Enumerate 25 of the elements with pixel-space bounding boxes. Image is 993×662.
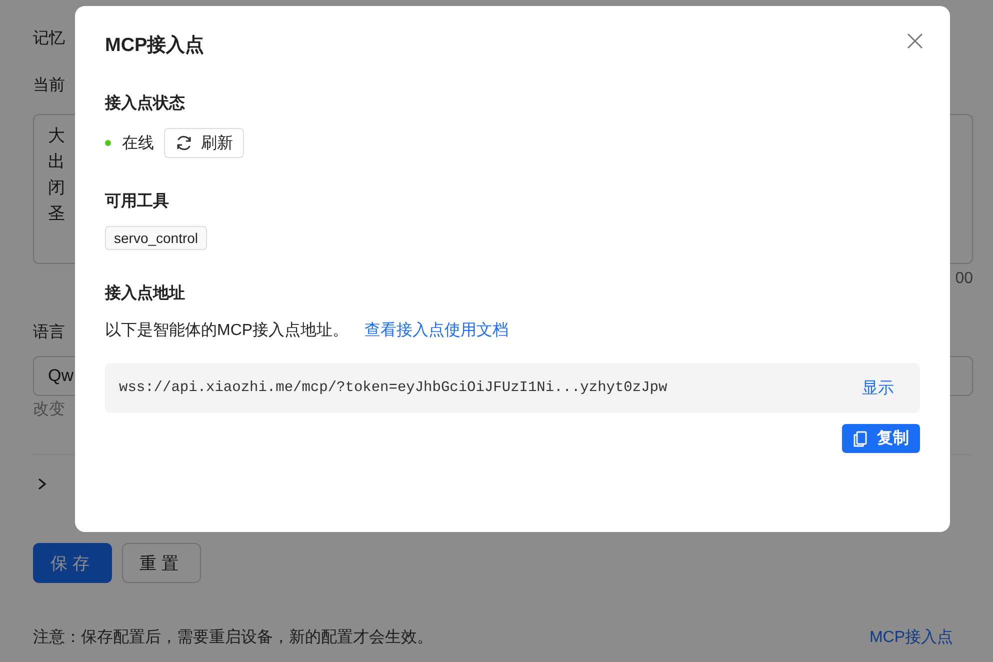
language-label: 语言 [33, 322, 65, 343]
note-text: 注意：保存配置后，需要重启设备，新的配置才会生效。 [33, 628, 433, 648]
section-heading: 可用工具 [105, 192, 169, 212]
tool-tag: servo_control [105, 226, 208, 250]
copy-button[interactable]: 复制 [842, 424, 920, 453]
dialog-title: MCP接入点 [105, 34, 204, 58]
save-button[interactable]: 保存 [33, 543, 112, 583]
refresh-icon [175, 134, 193, 152]
docs-link[interactable]: 查看接入点使用文档 [364, 320, 509, 341]
close-icon[interactable] [907, 33, 923, 49]
mcp-link[interactable]: MCP接入点 [869, 627, 953, 648]
chevron-icon[interactable] [37, 477, 47, 491]
char-count: 00 [955, 270, 973, 288]
memory-label: 记忆 [33, 29, 65, 49]
status-text: 在线 [122, 134, 154, 154]
section-heading: 接入点状态 [105, 94, 185, 114]
section-heading: 接入点地址 [105, 284, 185, 304]
current-label: 当前 [33, 76, 65, 96]
address-text: wss://api.xiaozhi.me/mcp/?token=eyJhbGciOiJFUzI1Ni...yzhyt0zJpw [119, 380, 668, 396]
address-description: 以下是智能体的MCP接入点地址。 [105, 320, 349, 341]
copy-icon [853, 430, 867, 446]
show-link[interactable]: 显示 [862, 378, 894, 398]
reset-button[interactable]: 重置 [122, 543, 201, 583]
refresh-button[interactable]: 刷新 [164, 128, 244, 158]
hint-text: 改变 [33, 400, 65, 420]
